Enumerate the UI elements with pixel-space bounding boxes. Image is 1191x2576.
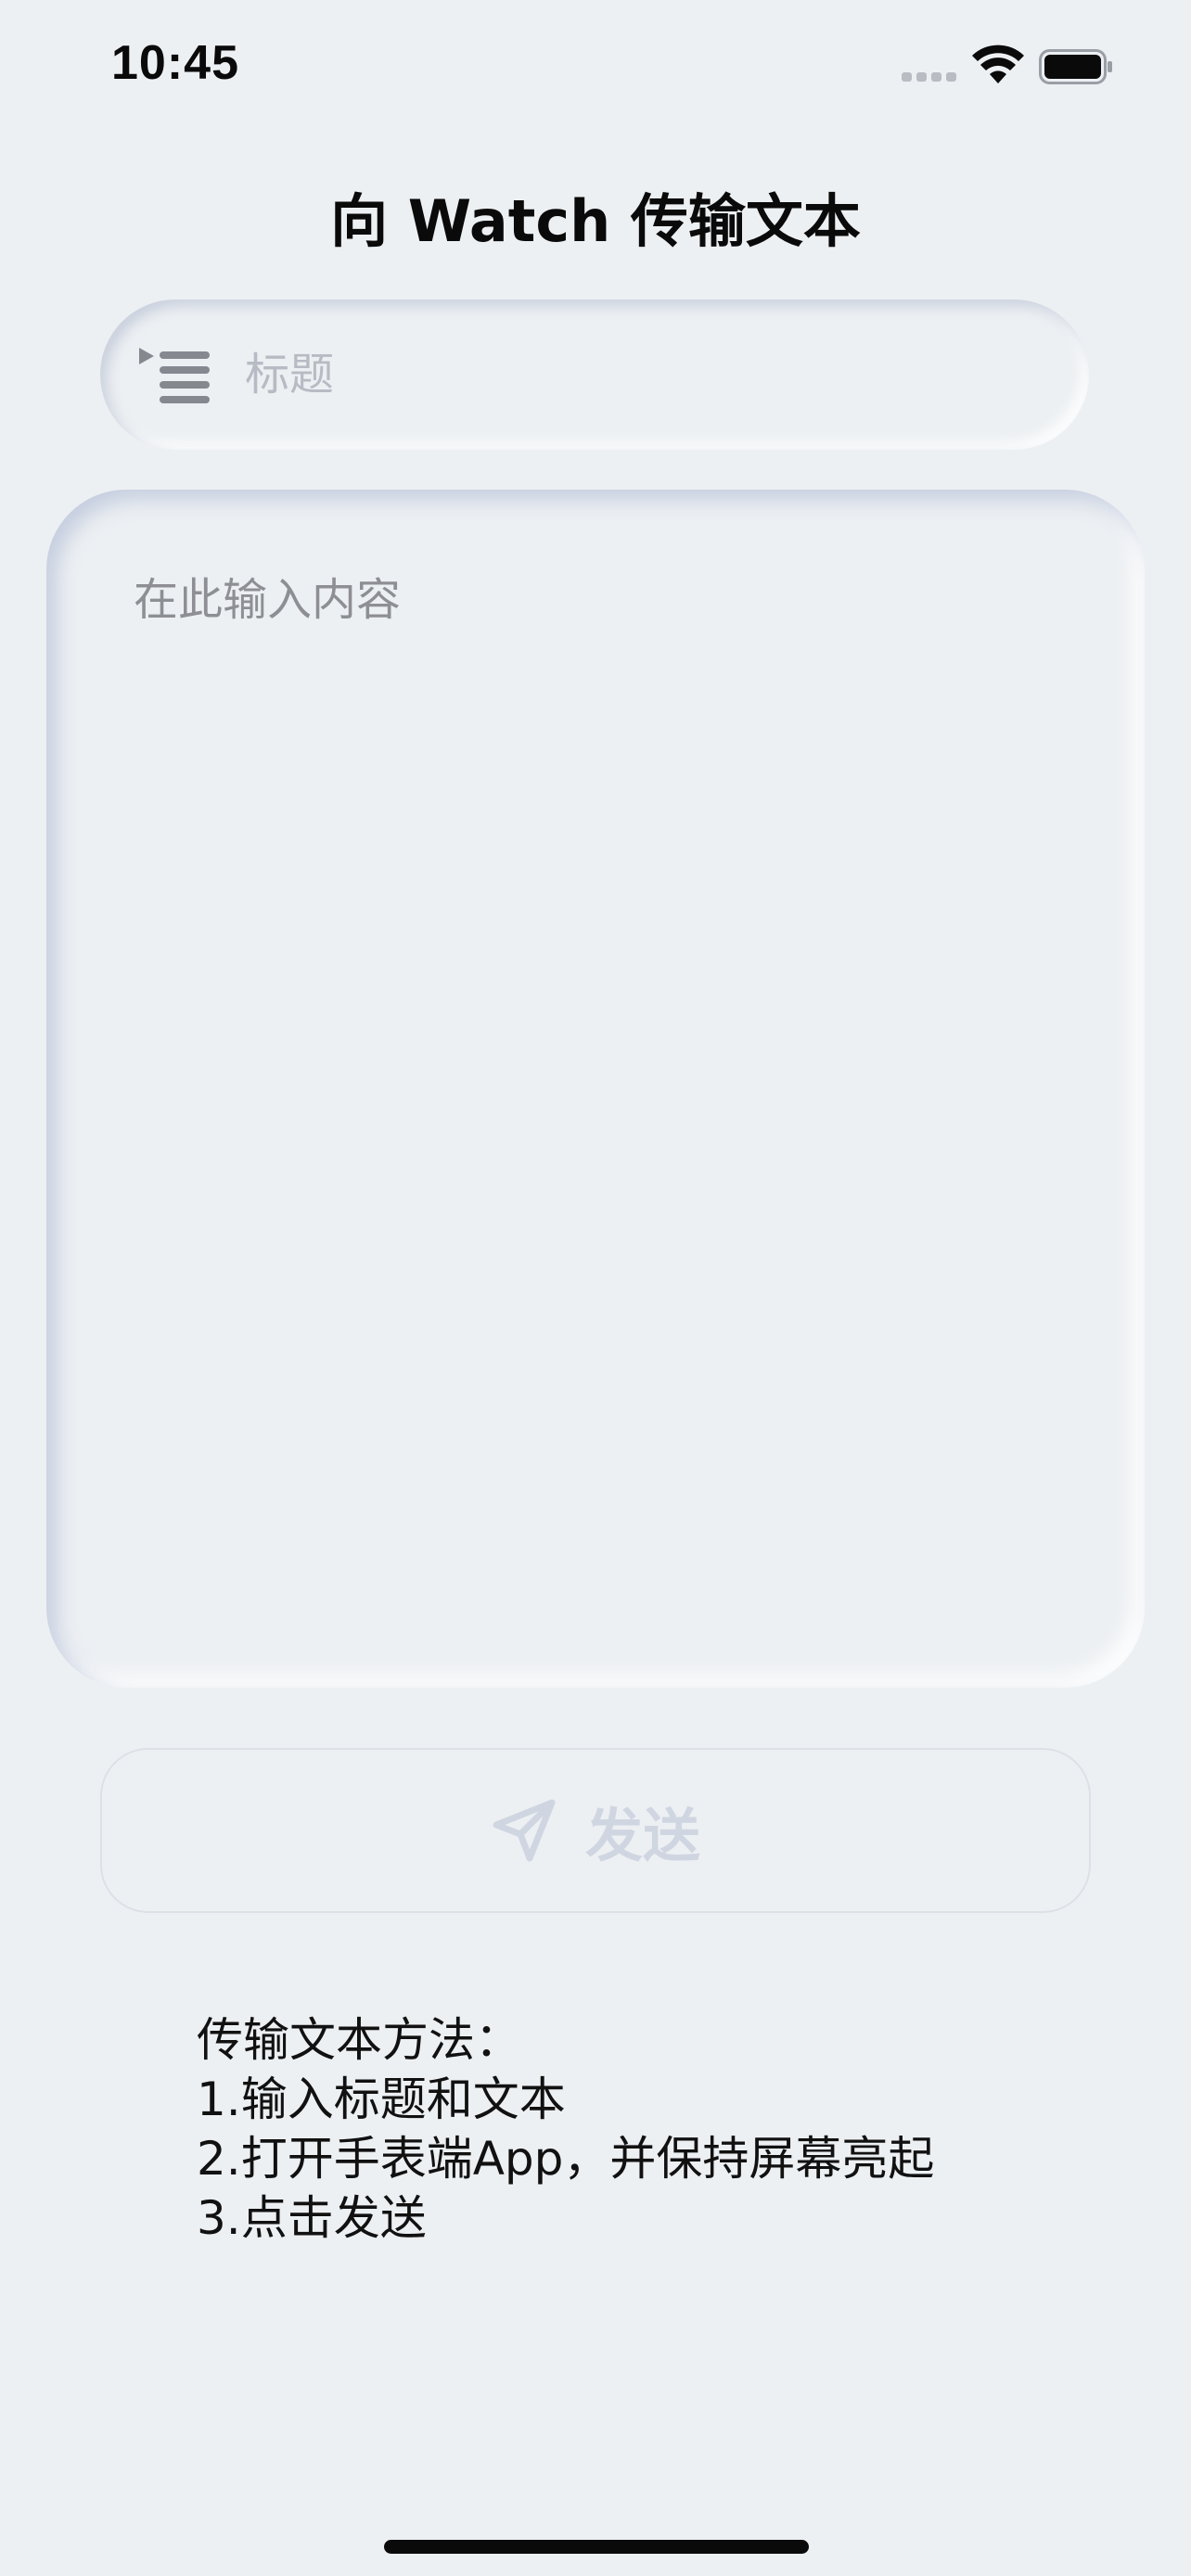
content-input[interactable] (134, 571, 1061, 1591)
paper-plane-icon (493, 1799, 556, 1862)
content-area[interactable] (46, 490, 1145, 1688)
page-title: 向 Watch 传输文本 (330, 187, 861, 255)
instructions: 传输文本方法： 1.输入标题和文本 2.打开手表端App，并保持屏幕亮起 3.点… (197, 2010, 1124, 2248)
instructions-heading: 传输文本方法： (197, 2013, 521, 2067)
instructions-step: 1.输入标题和文本 (197, 2072, 566, 2126)
send-button-label: 发送 (584, 1802, 700, 1869)
send-button[interactable]: 发送 (100, 1748, 1091, 1913)
wifi-icon (972, 45, 1024, 83)
home-indicator[interactable] (384, 2540, 809, 2554)
battery-icon (1039, 49, 1112, 84)
list-icon (139, 348, 210, 403)
cellular-signal-icon (902, 72, 957, 82)
status-time: 10:45 (111, 36, 239, 90)
title-input[interactable] (245, 342, 1043, 407)
instructions-step: 2.打开手表端App，并保持屏幕亮起 (197, 2132, 935, 2186)
title-field[interactable] (100, 300, 1089, 450)
instructions-step: 3.点击发送 (197, 2191, 427, 2245)
